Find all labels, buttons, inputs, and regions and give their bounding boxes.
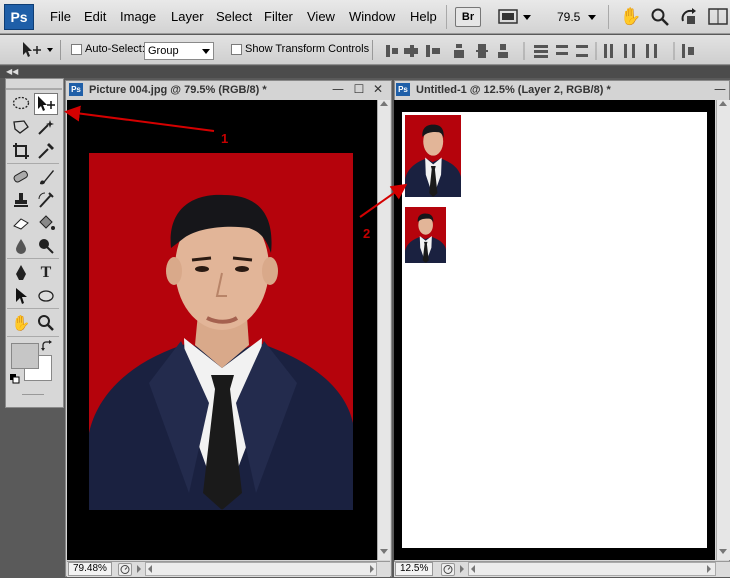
annotation-arrow-1 (64, 105, 215, 132)
annotation-label-1: 1 (221, 131, 229, 146)
annotation-label-2: 2 (363, 226, 371, 241)
annotation-arrow-2 (359, 183, 408, 218)
annotation-overlay (64, 105, 408, 218)
